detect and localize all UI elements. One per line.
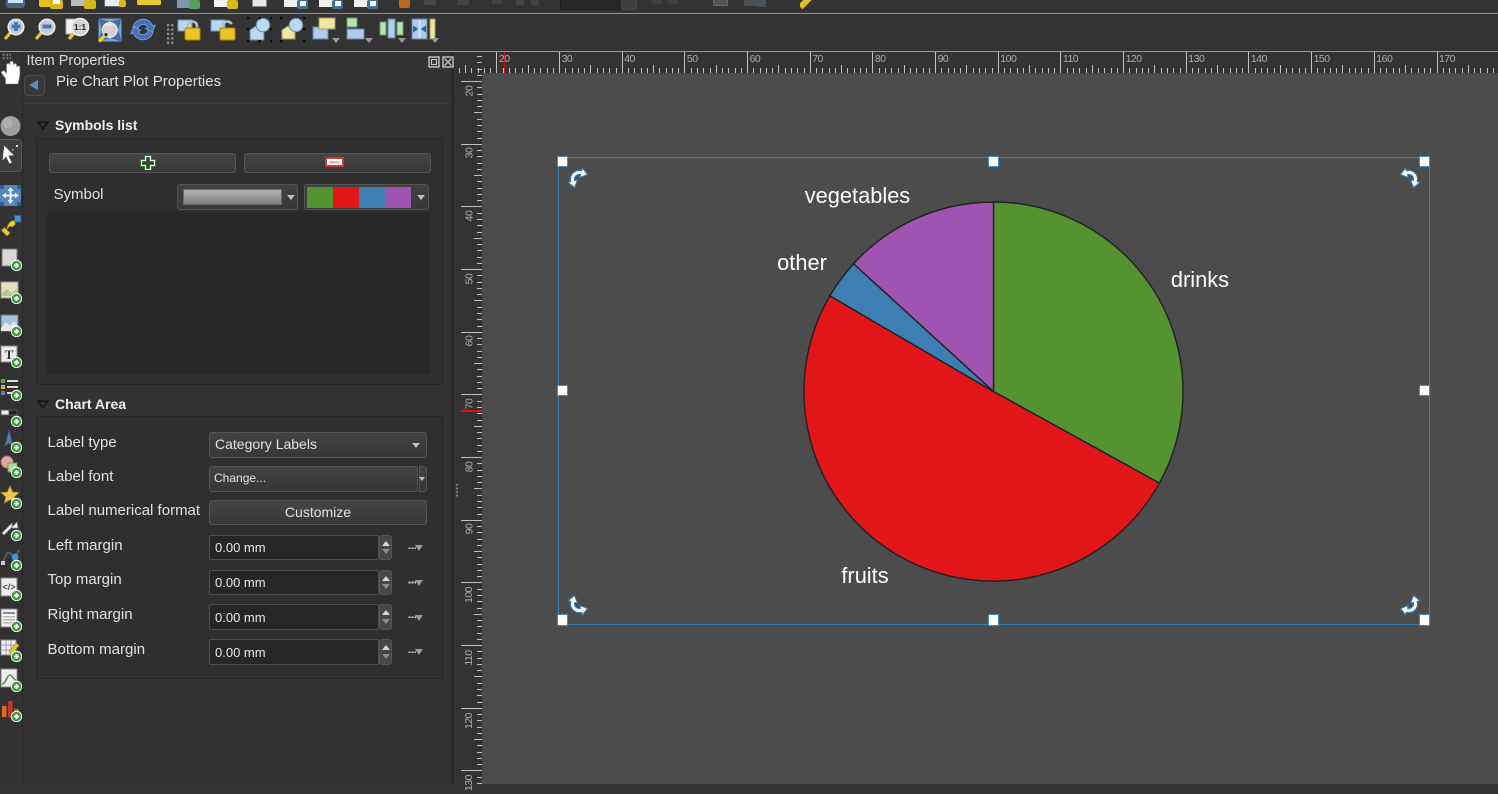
svg-text:</>: </> — [2, 582, 15, 592]
svg-text:1:1: 1:1 — [74, 22, 87, 32]
